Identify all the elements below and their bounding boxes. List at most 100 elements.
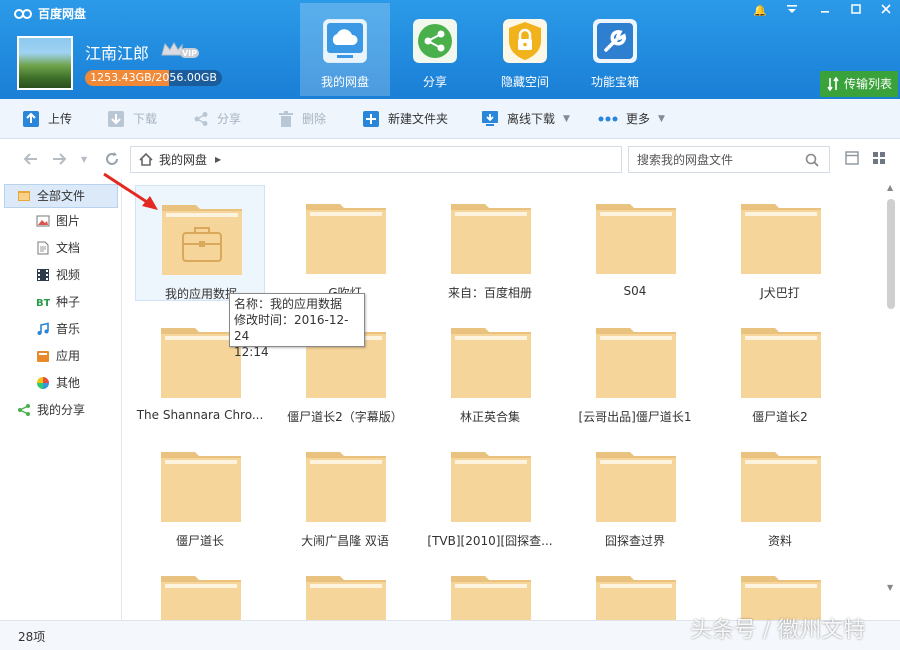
tab-my-drive[interactable]: 我的网盘 — [300, 3, 390, 96]
red-arrow-annotation — [103, 172, 158, 210]
history-dropdown-icon[interactable]: ▼ — [81, 155, 87, 164]
delete-label: 删除 — [302, 112, 327, 126]
sidebar-item-label: 我的分享 — [37, 403, 86, 417]
folder-tile[interactable]: G吹灯 — [280, 185, 410, 301]
tab-share[interactable]: 分享 — [390, 3, 480, 96]
folder-icon — [451, 328, 531, 398]
item-count: 28项 — [18, 630, 46, 644]
sidebar-item-my-share[interactable]: 我的分享 — [17, 398, 85, 422]
breadcrumb[interactable]: 我的网盘 ▶ — [130, 146, 622, 173]
folder-tile[interactable]: [TVB][2010][囧探查... — [425, 433, 555, 549]
folder-icon — [596, 328, 676, 398]
folder-tile[interactable] — [715, 557, 845, 620]
video-icon — [37, 269, 49, 281]
folder-name: 大闹广昌隆 双语 — [301, 534, 389, 548]
notification-icon[interactable]: 🔔 — [750, 0, 770, 22]
tooltip-name: 名称：我的应用数据 — [234, 297, 343, 311]
sidebar-item-documents[interactable]: 文档 — [36, 236, 80, 260]
refresh-icon[interactable] — [104, 151, 120, 171]
search-box[interactable] — [628, 146, 830, 173]
scroll-down-icon[interactable]: ▼ — [887, 583, 893, 592]
folder-tile[interactable] — [425, 557, 555, 620]
folder-tile[interactable]: 僵尸道长2 — [715, 309, 845, 425]
new-folder-button[interactable]: 新建文件夹 — [362, 108, 448, 130]
quota-bar: 1253.43GB/2056.00GB — [85, 70, 222, 86]
offline-download-button[interactable]: 离线下载 ▼ — [481, 108, 570, 130]
breadcrumb-home[interactable]: 我的网盘 — [159, 151, 207, 168]
toolbox-icon — [593, 19, 637, 63]
sidebar-item-label: 图片 — [56, 214, 81, 228]
tooltip-mtime: 修改时间：2016-12-24 — [234, 313, 349, 343]
tab-toolbox[interactable]: 功能宝箱 — [570, 3, 660, 96]
folder-tile[interactable]: 林正英合集 — [425, 309, 555, 425]
folder-name: 林正英合集 — [459, 410, 520, 424]
folder-name: The Shannara Chro... — [136, 408, 264, 422]
bt-icon: BT — [36, 298, 50, 309]
sidebar: 全部文件 图片 文档 视频 BT 种子 音乐 应用 其他 我的分享 — [0, 179, 122, 620]
close-icon[interactable] — [876, 0, 896, 22]
lock-icon — [503, 19, 547, 63]
sidebar-item-music[interactable]: 音乐 — [36, 317, 80, 341]
breadcrumb-separator-icon[interactable]: ▶ — [215, 155, 221, 164]
app-icon — [37, 351, 49, 362]
grid-view-icon[interactable] — [872, 151, 886, 165]
folder-name: 僵尸道长 — [175, 534, 224, 548]
list-view-icon[interactable] — [845, 151, 859, 165]
sidebar-item-label: 种子 — [56, 295, 81, 309]
sidebar-item-other[interactable]: 其他 — [36, 371, 80, 395]
maximize-icon[interactable] — [846, 0, 866, 22]
back-arrow-icon[interactable] — [22, 151, 38, 170]
folder-tile[interactable]: S04 — [570, 185, 700, 301]
folder-name: 囧探查过界 — [604, 534, 665, 548]
folder-name: 来自：百度相册 — [447, 286, 532, 300]
sidebar-item-label: 文档 — [56, 241, 81, 255]
scroll-up-icon[interactable]: ▲ — [887, 183, 893, 192]
transfer-list-button[interactable]: 传输列表 — [820, 71, 898, 97]
folder-tile[interactable]: 来自：百度相册 — [425, 185, 555, 301]
scroll-thumb[interactable] — [887, 199, 895, 309]
sidebar-item-label: 视频 — [56, 268, 81, 282]
folder-tile[interactable]: J犬巴打 — [715, 185, 845, 301]
share-button[interactable]: 分享 — [193, 108, 241, 130]
sidebar-item-videos[interactable]: 视频 — [36, 263, 80, 287]
other-icon — [37, 377, 49, 389]
download-button[interactable]: 下载 — [107, 108, 157, 130]
offline-download-caret-icon: ▼ — [563, 114, 570, 124]
trash-icon — [279, 111, 293, 127]
folder-tile[interactable] — [570, 557, 700, 620]
avatar[interactable] — [17, 36, 73, 90]
tab-toolbox-label: 功能宝箱 — [590, 75, 639, 89]
menu-dropdown-icon[interactable] — [782, 0, 802, 22]
folder-tile[interactable]: [云哥出品]僵尸道长1 — [570, 309, 700, 425]
search-input[interactable] — [629, 147, 799, 172]
delete-button[interactable]: 删除 — [278, 108, 326, 130]
folder-icon — [161, 452, 241, 522]
cloud-icon — [323, 19, 367, 63]
folder-icon — [596, 576, 676, 620]
offline-download-label: 离线下载 — [507, 112, 556, 126]
folder-tile[interactable]: 大闹广昌隆 双语 — [280, 433, 410, 549]
more-button[interactable]: 更多 ▼ — [598, 108, 665, 130]
file-tooltip: 名称：我的应用数据 修改时间：2016-12-24 12:14 — [229, 293, 365, 359]
tab-hidden-space[interactable]: 隐藏空间 — [480, 3, 570, 96]
new-folder-icon — [363, 111, 379, 127]
folder-tile[interactable] — [280, 557, 410, 620]
folder-tile[interactable]: 囧探查过界 — [570, 433, 700, 549]
offline-download-icon — [482, 111, 498, 126]
sidebar-item-images[interactable]: 图片 — [36, 209, 80, 233]
folder-tile[interactable]: 资料 — [715, 433, 845, 549]
folder-tile[interactable]: 僵尸道长 — [135, 433, 265, 549]
file-grid: 我的应用数据G吹灯来自：百度相册S04J犬巴打The Shannara Chro… — [122, 179, 884, 620]
folder-icon — [741, 204, 821, 274]
all-files-icon — [18, 191, 30, 201]
upload-button[interactable]: 上传 — [22, 108, 72, 130]
forward-arrow-icon[interactable] — [52, 151, 68, 170]
folder-name: [TVB][2010][囧探查... — [427, 534, 553, 548]
sidebar-item-apps[interactable]: 应用 — [36, 344, 80, 368]
sidebar-item-torrents[interactable]: BT 种子 — [36, 290, 80, 314]
username[interactable]: 江南江郎 — [85, 40, 149, 64]
search-icon[interactable] — [805, 153, 819, 167]
scrollbar[interactable]: ▲ ▼ — [884, 179, 900, 620]
minimize-icon[interactable] — [815, 0, 835, 22]
folder-tile[interactable] — [135, 557, 265, 620]
